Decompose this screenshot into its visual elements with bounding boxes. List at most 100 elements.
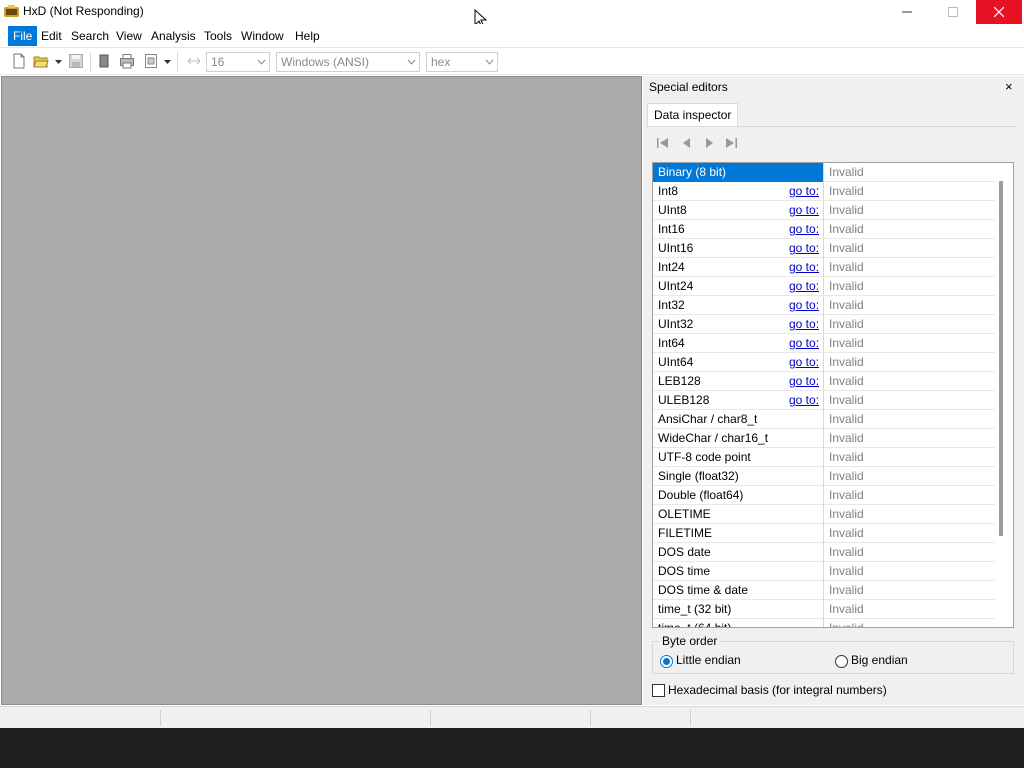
- row-type-name[interactable]: UInt8 go to:: [653, 201, 824, 220]
- row-type-name[interactable]: time_t (64 bit): [653, 619, 824, 627]
- editor-workspace[interactable]: [1, 76, 642, 705]
- charset-select[interactable]: Windows (ANSI): [276, 52, 420, 72]
- row-value[interactable]: Invalid: [825, 505, 995, 524]
- row-value[interactable]: Invalid: [825, 296, 995, 315]
- row-type-name[interactable]: Binary (8 bit): [653, 163, 824, 182]
- goto-link[interactable]: go to:: [789, 220, 819, 238]
- table-row[interactable]: Int8 go to: Invalid: [653, 182, 995, 201]
- properties-icon[interactable]: [143, 53, 159, 69]
- offset-base-select[interactable]: hex: [426, 52, 498, 72]
- menu-file[interactable]: File: [8, 26, 38, 46]
- hex-basis-label[interactable]: Hexadecimal basis (for integral numbers): [668, 683, 887, 697]
- table-row[interactable]: UInt32 go to: Invalid: [653, 315, 995, 334]
- table-row[interactable]: DOS date Invalid: [653, 543, 995, 562]
- row-type-name[interactable]: AnsiChar / char8_t: [653, 410, 824, 429]
- row-type-name[interactable]: DOS time & date: [653, 581, 824, 600]
- table-row[interactable]: UInt24 go to: Invalid: [653, 277, 995, 296]
- row-type-name[interactable]: OLETIME: [653, 505, 824, 524]
- row-value[interactable]: Invalid: [825, 372, 995, 391]
- row-value[interactable]: Invalid: [825, 201, 995, 220]
- row-value[interactable]: Invalid: [825, 448, 995, 467]
- goto-link[interactable]: go to:: [789, 334, 819, 352]
- goto-link[interactable]: go to:: [789, 372, 819, 390]
- row-value[interactable]: Invalid: [825, 182, 995, 201]
- title-bar[interactable]: HxD (Not Responding): [0, 0, 1024, 29]
- row-type-name[interactable]: Int8 go to:: [653, 182, 824, 201]
- row-type-name[interactable]: UTF-8 code point: [653, 448, 824, 467]
- close-window-button[interactable]: [976, 0, 1022, 24]
- goto-link[interactable]: go to:: [789, 201, 819, 219]
- table-row[interactable]: DOS time & date Invalid: [653, 581, 995, 600]
- close-file-icon[interactable]: [96, 53, 112, 69]
- table-row[interactable]: LEB128 go to: Invalid: [653, 372, 995, 391]
- row-value[interactable]: Invalid: [825, 524, 995, 543]
- row-value[interactable]: Invalid: [825, 467, 995, 486]
- last-icon[interactable]: [723, 136, 739, 150]
- maximize-button[interactable]: [930, 0, 976, 24]
- menu-search[interactable]: Search: [66, 26, 114, 46]
- row-value[interactable]: Invalid: [825, 391, 995, 410]
- goto-link[interactable]: go to:: [789, 391, 819, 409]
- row-type-name[interactable]: UInt24 go to:: [653, 277, 824, 296]
- table-row[interactable]: Int16 go to: Invalid: [653, 220, 995, 239]
- row-value[interactable]: Invalid: [825, 277, 995, 296]
- print-icon[interactable]: [119, 53, 135, 69]
- table-row[interactable]: DOS time Invalid: [653, 562, 995, 581]
- next-icon[interactable]: [701, 136, 717, 150]
- grid-scrollbar-thumb[interactable]: [999, 181, 1003, 536]
- table-row[interactable]: UInt64 go to: Invalid: [653, 353, 995, 372]
- row-type-name[interactable]: Int16 go to:: [653, 220, 824, 239]
- row-value[interactable]: Invalid: [825, 258, 995, 277]
- menu-help[interactable]: Help: [290, 26, 325, 46]
- table-row[interactable]: Binary (8 bit) Invalid: [653, 163, 995, 182]
- table-row[interactable]: OLETIME Invalid: [653, 505, 995, 524]
- row-type-name[interactable]: DOS time: [653, 562, 824, 581]
- little-endian-radio[interactable]: [660, 655, 673, 668]
- goto-link[interactable]: go to:: [789, 315, 819, 333]
- menu-tools[interactable]: Tools: [199, 26, 237, 46]
- panel-close-button[interactable]: ×: [1005, 80, 1013, 94]
- row-value[interactable]: Invalid: [825, 429, 995, 448]
- row-type-name[interactable]: FILETIME: [653, 524, 824, 543]
- table-row[interactable]: ULEB128 go to: Invalid: [653, 391, 995, 410]
- table-row[interactable]: Double (float64) Invalid: [653, 486, 995, 505]
- little-endian-label[interactable]: Little endian: [676, 653, 741, 667]
- menu-view[interactable]: View: [111, 26, 147, 46]
- row-type-name[interactable]: time_t (32 bit): [653, 600, 824, 619]
- table-row[interactable]: WideChar / char16_t Invalid: [653, 429, 995, 448]
- row-value[interactable]: Invalid: [825, 334, 995, 353]
- table-row[interactable]: FILETIME Invalid: [653, 524, 995, 543]
- goto-link[interactable]: go to:: [789, 239, 819, 257]
- table-row[interactable]: Int32 go to: Invalid: [653, 296, 995, 315]
- properties-dropdown-icon[interactable]: [164, 58, 171, 65]
- goto-link[interactable]: go to:: [789, 258, 819, 276]
- row-type-name[interactable]: ULEB128 go to:: [653, 391, 824, 410]
- row-value[interactable]: Invalid: [825, 581, 995, 600]
- hex-basis-checkbox[interactable]: [652, 684, 665, 697]
- new-file-icon[interactable]: [11, 53, 27, 69]
- row-value[interactable]: Invalid: [825, 486, 995, 505]
- row-value[interactable]: Invalid: [825, 353, 995, 372]
- row-type-name[interactable]: LEB128 go to:: [653, 372, 824, 391]
- row-value[interactable]: Invalid: [825, 220, 995, 239]
- open-dropdown-icon[interactable]: [55, 58, 62, 65]
- row-value[interactable]: Invalid: [825, 410, 995, 429]
- row-type-name[interactable]: Int64 go to:: [653, 334, 824, 353]
- row-type-name[interactable]: Single (float32): [653, 467, 824, 486]
- first-icon[interactable]: [655, 136, 671, 150]
- row-value[interactable]: Invalid: [825, 239, 995, 258]
- table-row[interactable]: time_t (32 bit) Invalid: [653, 600, 995, 619]
- goto-link[interactable]: go to:: [789, 182, 819, 200]
- table-row[interactable]: Int24 go to: Invalid: [653, 258, 995, 277]
- table-row[interactable]: Int64 go to: Invalid: [653, 334, 995, 353]
- row-type-name[interactable]: UInt64 go to:: [653, 353, 824, 372]
- row-type-name[interactable]: Int32 go to:: [653, 296, 824, 315]
- big-endian-radio[interactable]: [835, 655, 848, 668]
- table-row[interactable]: UInt16 go to: Invalid: [653, 239, 995, 258]
- save-icon[interactable]: [68, 53, 84, 69]
- menu-analysis[interactable]: Analysis: [146, 26, 201, 46]
- row-value[interactable]: Invalid: [825, 600, 995, 619]
- data-inspector-grid[interactable]: time_t (64 bit) Invalid time_t (32 bit) Inv…: [652, 162, 1014, 628]
- table-row[interactable]: AnsiChar / char8_t Invalid: [653, 410, 995, 429]
- table-row[interactable]: UTF-8 code point Invalid: [653, 448, 995, 467]
